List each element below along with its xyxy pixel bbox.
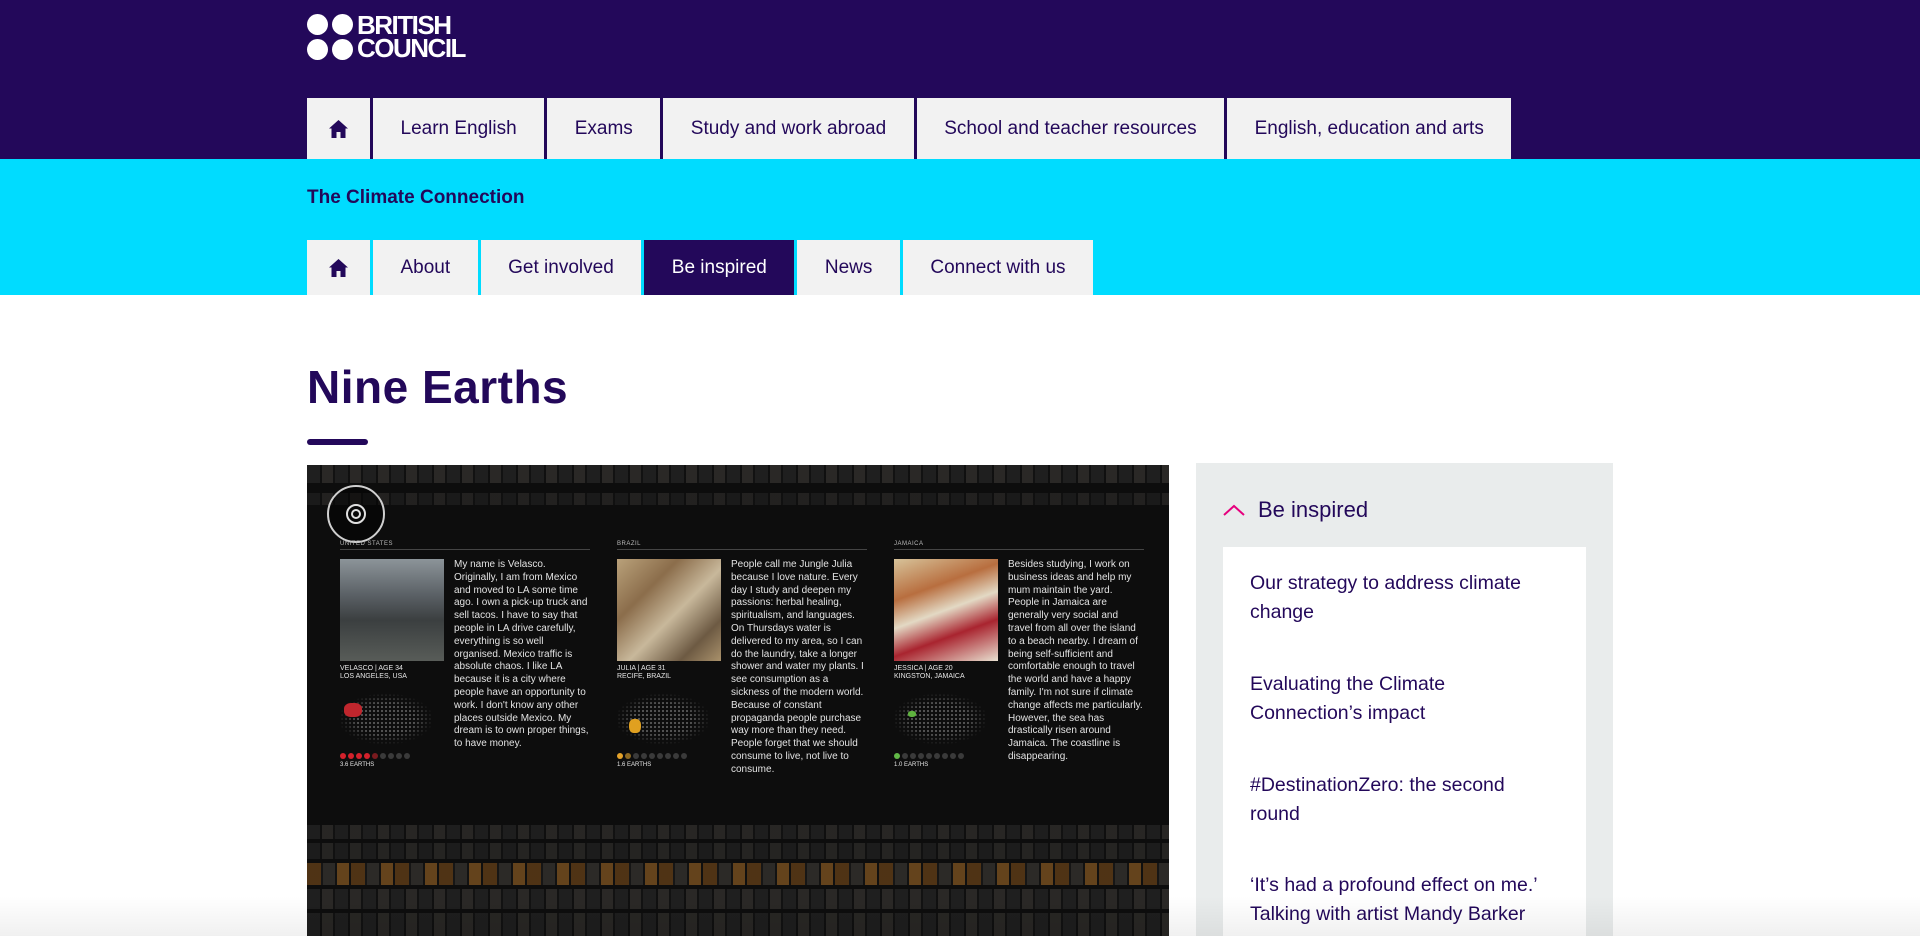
profile-caption-place: LOS ANGELES, USA bbox=[340, 673, 407, 680]
earth-rating bbox=[617, 753, 687, 759]
main-nav-home[interactable] bbox=[307, 98, 370, 159]
section-nav-connect-with-us[interactable]: Connect with us bbox=[902, 240, 1094, 295]
target-play-icon[interactable] bbox=[327, 485, 385, 543]
profile-caption: VELASCO | AGE 34 LOS ANGELES, USA bbox=[340, 665, 444, 681]
section-nav-get-involved[interactable]: Get involved bbox=[480, 240, 642, 295]
profile-country: JAMAICA bbox=[894, 541, 1144, 550]
title-underline bbox=[307, 439, 368, 445]
logo-line-2: COUNCIL bbox=[357, 33, 466, 63]
profile-card: JAMAICA JESSICA | AGE 20 KINGSTON, JAMAI… bbox=[894, 541, 1144, 823]
photo-strip bbox=[307, 843, 1169, 859]
earth-rating bbox=[894, 753, 964, 759]
profile-bio: Besides studying, I work on business ide… bbox=[1008, 559, 1143, 762]
profile-photo bbox=[617, 559, 721, 661]
home-icon bbox=[329, 119, 348, 138]
map-highlight bbox=[629, 719, 641, 733]
sidebar-link-climate-strategy[interactable]: Our strategy to address climate change bbox=[1250, 569, 1560, 627]
be-inspired-sidebar: Be inspired Our strategy to address clim… bbox=[1196, 463, 1613, 936]
profile-photo bbox=[340, 559, 444, 661]
main-nav-study-work-abroad[interactable]: Study and work abroad bbox=[663, 98, 914, 159]
section-nav-news[interactable]: News bbox=[797, 240, 900, 295]
photo-strip bbox=[307, 863, 1169, 885]
main-nav-english-education-arts[interactable]: English, education and arts bbox=[1227, 98, 1512, 159]
photo-strip bbox=[307, 889, 1169, 909]
photo-strip bbox=[307, 913, 1169, 936]
main-nav-learn-english[interactable]: Learn English bbox=[373, 98, 545, 159]
main-nav-exams[interactable]: Exams bbox=[547, 98, 661, 159]
section-title[interactable]: The Climate Connection bbox=[307, 187, 524, 209]
map-highlight bbox=[908, 711, 916, 717]
sidebar-link-list: Our strategy to address climate change E… bbox=[1223, 547, 1586, 936]
british-council-logo[interactable]: BRITISH COUNCIL bbox=[307, 12, 466, 63]
home-icon bbox=[329, 258, 348, 277]
profile-caption-name: VELASCO | AGE 34 bbox=[340, 665, 403, 672]
world-map-icon bbox=[340, 693, 432, 745]
earths-count: 3.6 EARTHS bbox=[340, 762, 375, 768]
profile-photo bbox=[894, 559, 998, 661]
chevron-up-icon bbox=[1223, 504, 1245, 516]
logo-dots-icon bbox=[307, 14, 353, 60]
photo-strip bbox=[307, 825, 1169, 839]
site-header: BRITISH COUNCIL Learn English Exams Stud… bbox=[0, 0, 1920, 159]
map-highlight bbox=[344, 703, 362, 717]
profile-caption-place: KINGSTON, JAMAICA bbox=[894, 673, 965, 680]
sidebar-link-destination-zero[interactable]: #DestinationZero: the second round bbox=[1250, 771, 1560, 829]
sidebar-link-mandy-barker[interactable]: ‘It’s had a profound effect on me.’ Talk… bbox=[1250, 871, 1570, 929]
earths-count: 1.0 EARTHS bbox=[894, 762, 929, 768]
section-nav-home[interactable] bbox=[307, 240, 370, 295]
photo-strip bbox=[307, 493, 1169, 505]
profile-bio: My name is Velasco. Originally, I am fro… bbox=[454, 559, 589, 750]
sidebar-toggle[interactable]: Be inspired bbox=[1222, 497, 1368, 523]
nine-earths-image[interactable]: UNITED STATES VELASCO | AGE 34 LOS ANGEL… bbox=[307, 465, 1169, 936]
section-header: The Climate Connection About Get involve… bbox=[0, 159, 1920, 295]
logo-text: BRITISH COUNCIL bbox=[357, 12, 466, 63]
section-nav: About Get involved Be inspired News Conn… bbox=[307, 240, 1096, 295]
profile-card: UNITED STATES VELASCO | AGE 34 LOS ANGEL… bbox=[340, 541, 590, 823]
profile-caption: JULIA | AGE 31 RECIFE, BRAZIL bbox=[617, 665, 721, 681]
world-map-icon bbox=[894, 693, 986, 745]
profile-caption: JESSICA | AGE 20 KINGSTON, JAMAICA bbox=[894, 665, 998, 681]
profile-card: BRAZIL JULIA | AGE 31 RECIFE, BRAZIL 1.6… bbox=[617, 541, 867, 823]
section-nav-about[interactable]: About bbox=[373, 240, 478, 295]
main-nav: Learn English Exams Study and work abroa… bbox=[307, 98, 1514, 159]
photo-strip bbox=[307, 465, 1169, 483]
profile-caption-place: RECIFE, BRAZIL bbox=[617, 673, 672, 680]
profile-country: UNITED STATES bbox=[340, 541, 590, 550]
main-nav-school-teacher-resources[interactable]: School and teacher resources bbox=[916, 98, 1225, 159]
profile-country: BRAZIL bbox=[617, 541, 867, 550]
profile-caption-name: JESSICA | AGE 20 bbox=[894, 665, 953, 672]
section-nav-be-inspired[interactable]: Be inspired bbox=[644, 240, 795, 295]
sidebar-link-evaluating-impact[interactable]: Evaluating the Climate Connection’s impa… bbox=[1250, 670, 1560, 728]
page-title: Nine Earths bbox=[307, 361, 569, 413]
profile-caption-name: JULIA | AGE 31 bbox=[617, 665, 666, 672]
earths-count: 1.6 EARTHS bbox=[617, 762, 652, 768]
profile-bio: People call me Jungle Julia because I lo… bbox=[731, 559, 864, 775]
earth-rating bbox=[340, 753, 410, 759]
sidebar-title: Be inspired bbox=[1258, 497, 1369, 522]
